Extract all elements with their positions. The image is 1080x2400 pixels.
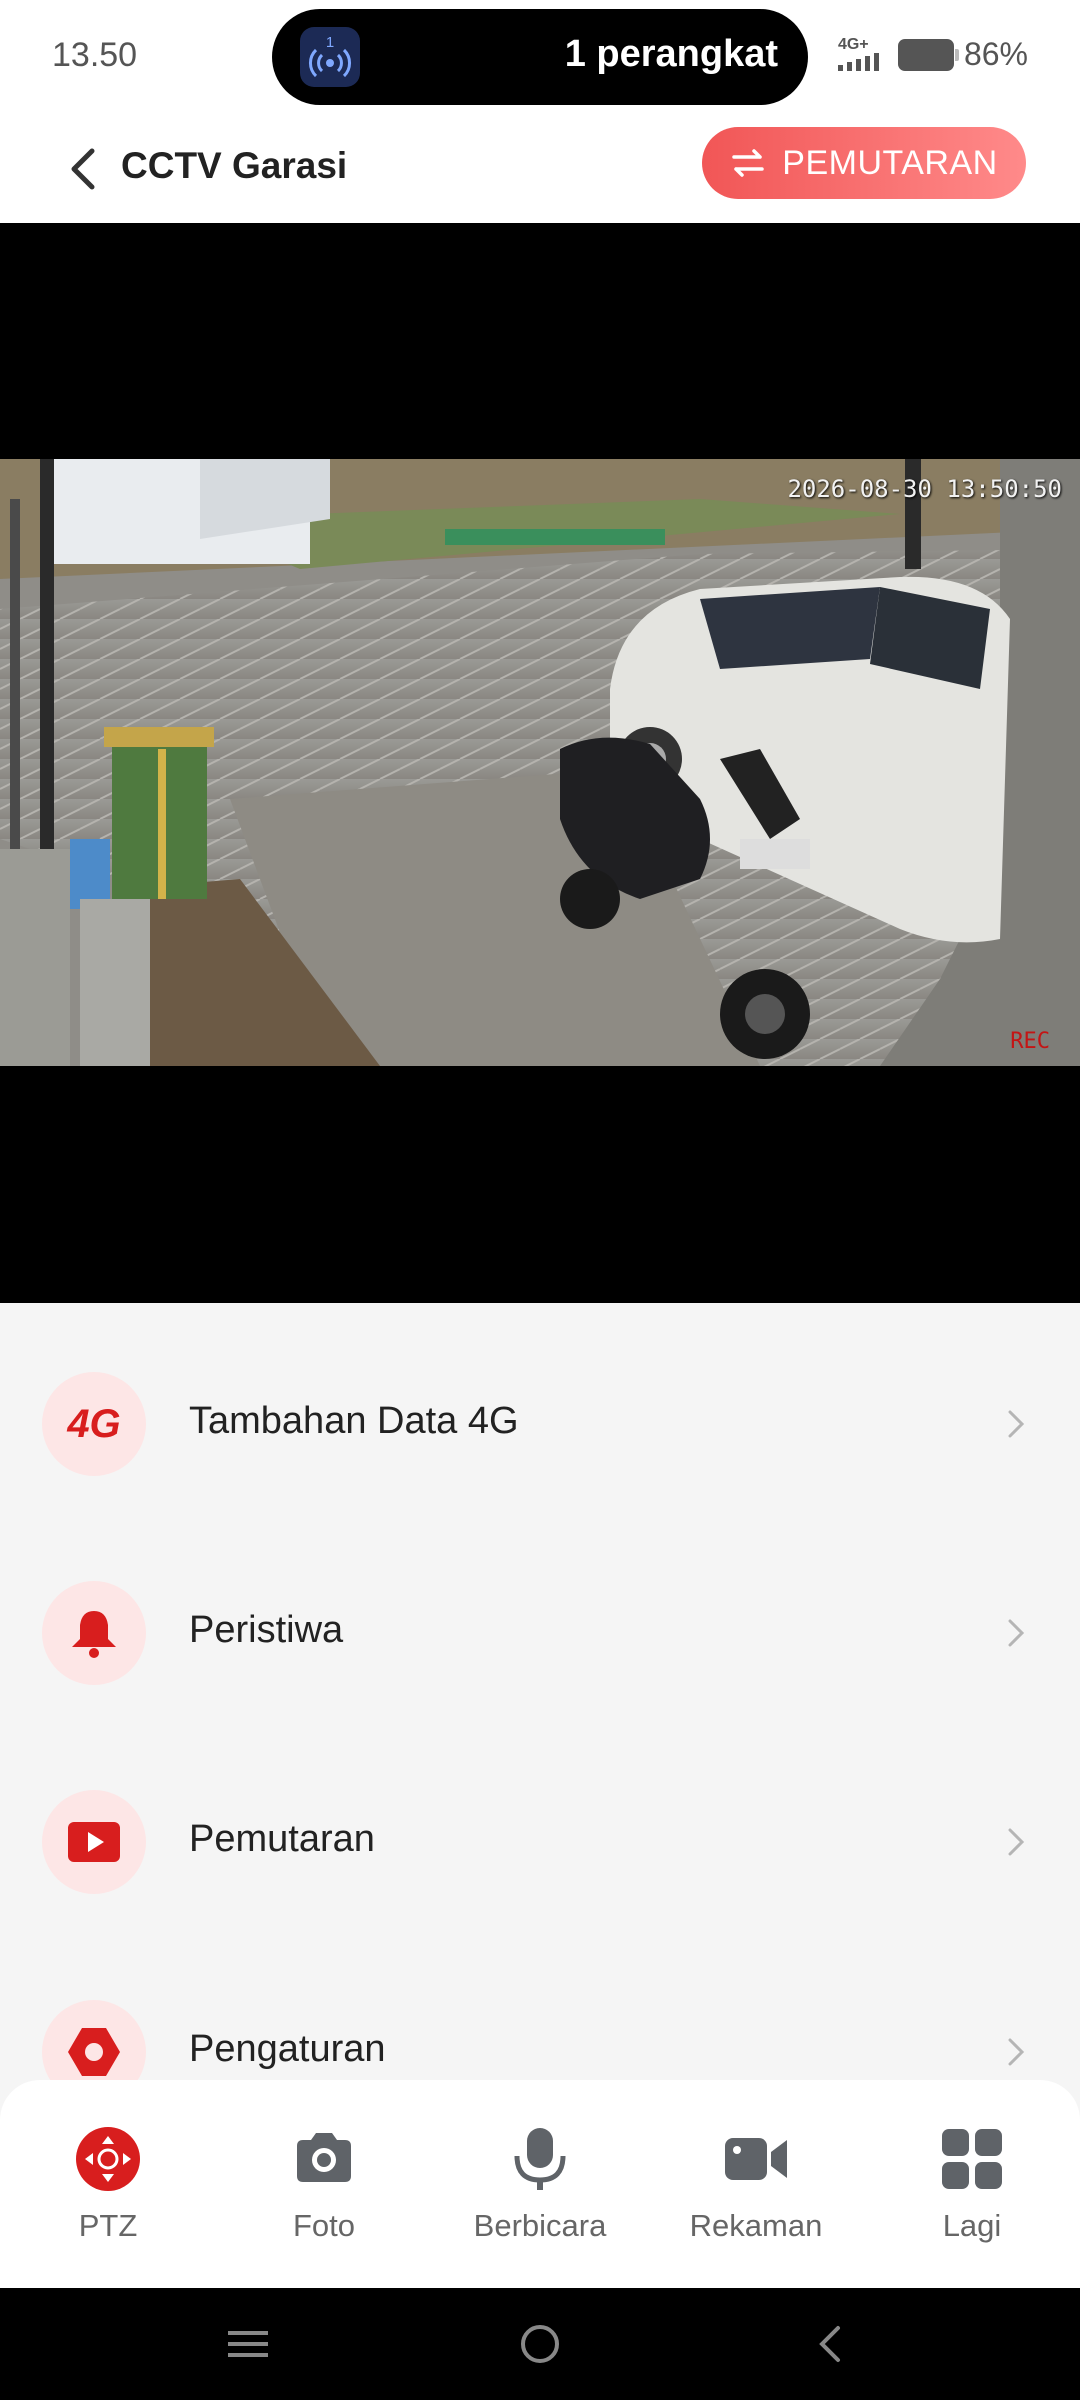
video-timestamp: 2026-08-30 13:50:50	[787, 475, 1062, 503]
playback-button-label: PEMUTARAN	[782, 143, 998, 182]
menu-item-label: Tambahan Data 4G	[189, 1400, 519, 1442]
video-camera-icon	[721, 2124, 791, 2194]
status-bar: 13.50 1 1 perangkat 4G+ 86%	[0, 0, 1080, 115]
menu-item-label: Peristiwa	[189, 1609, 344, 1651]
chevron-right-icon	[1008, 2038, 1025, 2066]
battery-icon	[897, 38, 959, 71]
camera-scene-image	[0, 459, 1080, 1066]
status-icons: 4G+ 86%	[837, 35, 1028, 73]
camera-feed: 2026-08-30 13:50:50 REC	[0, 459, 1080, 1066]
ptz-icon	[73, 2124, 143, 2194]
photo-label: Foto	[292, 2208, 356, 2243]
ptz-label: PTZ	[78, 2208, 138, 2243]
signal-icon: 4G+	[837, 35, 888, 73]
ptz-button[interactable]: PTZ	[28, 2124, 188, 2274]
device-pill[interactable]: 1 1 perangkat	[272, 9, 808, 105]
menu-item-4g-data[interactable]: 4G Tambahan Data 4G	[0, 1303, 1080, 1513]
record-label: Rekaman	[689, 2208, 823, 2243]
control-toolbar: PTZ Foto Berbicara Rekaman Lagi	[0, 2080, 1080, 2288]
menu-item-label: Pengaturan	[189, 2028, 386, 2070]
back-button[interactable]	[50, 133, 120, 203]
talk-button[interactable]: Berbicara	[460, 2124, 620, 2274]
system-back-button[interactable]	[802, 2314, 862, 2374]
bell-icon	[42, 1581, 146, 1685]
chevron-right-icon	[1008, 1410, 1025, 1438]
rec-indicator: REC	[1010, 1029, 1050, 1054]
top-app-bar: CCTV Garasi PEMUTARAN	[0, 115, 1080, 223]
svg-text:1: 1	[326, 34, 334, 51]
back-chevron-icon	[819, 2326, 840, 2362]
system-nav-bar	[0, 2288, 1080, 2400]
4g-icon: 4G	[42, 1372, 146, 1476]
menu-item-playback[interactable]: Pemutaran	[0, 1723, 1080, 1933]
camera-icon	[289, 2124, 359, 2194]
play-icon	[42, 1790, 146, 1894]
home-circle-icon	[521, 2325, 559, 2363]
photo-button[interactable]: Foto	[244, 2124, 404, 2274]
talk-label: Berbicara	[473, 2208, 607, 2243]
menu-icon	[228, 2331, 268, 2357]
chevron-right-icon	[1008, 1619, 1025, 1647]
more-label: Lagi	[942, 2208, 1002, 2243]
menu-item-events[interactable]: Peristiwa	[0, 1513, 1080, 1723]
chevron-right-icon	[1008, 1828, 1025, 1856]
playback-button[interactable]: PEMUTARAN	[702, 127, 1026, 199]
more-button[interactable]: Lagi	[892, 2124, 1052, 2274]
4g-icon-text: 4G	[67, 1401, 121, 1446]
recents-button[interactable]	[218, 2314, 278, 2374]
record-button[interactable]: Rekaman	[676, 2124, 836, 2274]
grid-icon	[937, 2124, 1007, 2194]
live-video-view[interactable]: 2026-08-30 13:50:50 REC	[0, 223, 1080, 1303]
broadcast-icon: 1	[300, 27, 360, 87]
device-pill-text: 1 perangkat	[564, 33, 778, 75]
status-time: 13.50	[52, 36, 138, 74]
page-title: CCTV Garasi	[121, 145, 348, 186]
back-arrow-icon	[71, 148, 95, 190]
home-button[interactable]	[510, 2314, 570, 2374]
menu-item-label: Pemutaran	[189, 1818, 375, 1860]
device-menu-list: 4G Tambahan Data 4G Peristiwa Pemutaran	[0, 1303, 1080, 2143]
battery-percent: 86%	[963, 36, 1028, 72]
swap-icon	[732, 149, 765, 177]
network-type: 4G+	[837, 35, 869, 53]
microphone-icon	[505, 2124, 575, 2194]
